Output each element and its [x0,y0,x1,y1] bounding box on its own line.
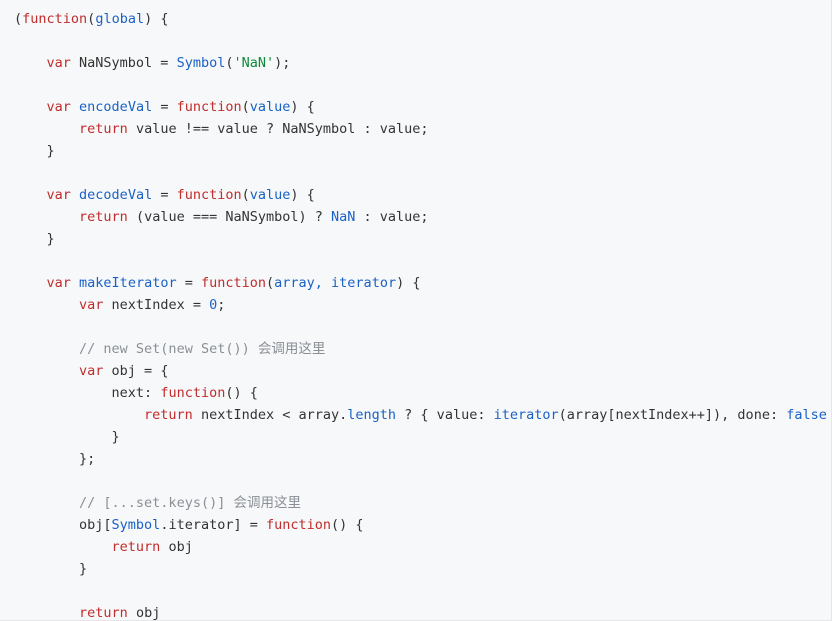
ident: encodeVal [79,99,152,115]
comment: // [...set.keys()] 会调用这里 [79,495,301,511]
param: global [95,11,144,27]
number: 0 [209,297,217,313]
ident-symbol: Symbol [177,55,226,71]
string: 'NaN' [234,55,275,71]
literal-nan: NaN [331,209,355,225]
code-line: ( [14,11,22,27]
comment: // new Set(new Set()) 会调用这里 [79,341,325,357]
keyword-var: var [47,55,71,71]
keyword-function: function [22,11,87,27]
keyword-return: return [79,121,128,137]
code-block: (function(global) { var NaNSymbol = Symb… [0,0,832,621]
